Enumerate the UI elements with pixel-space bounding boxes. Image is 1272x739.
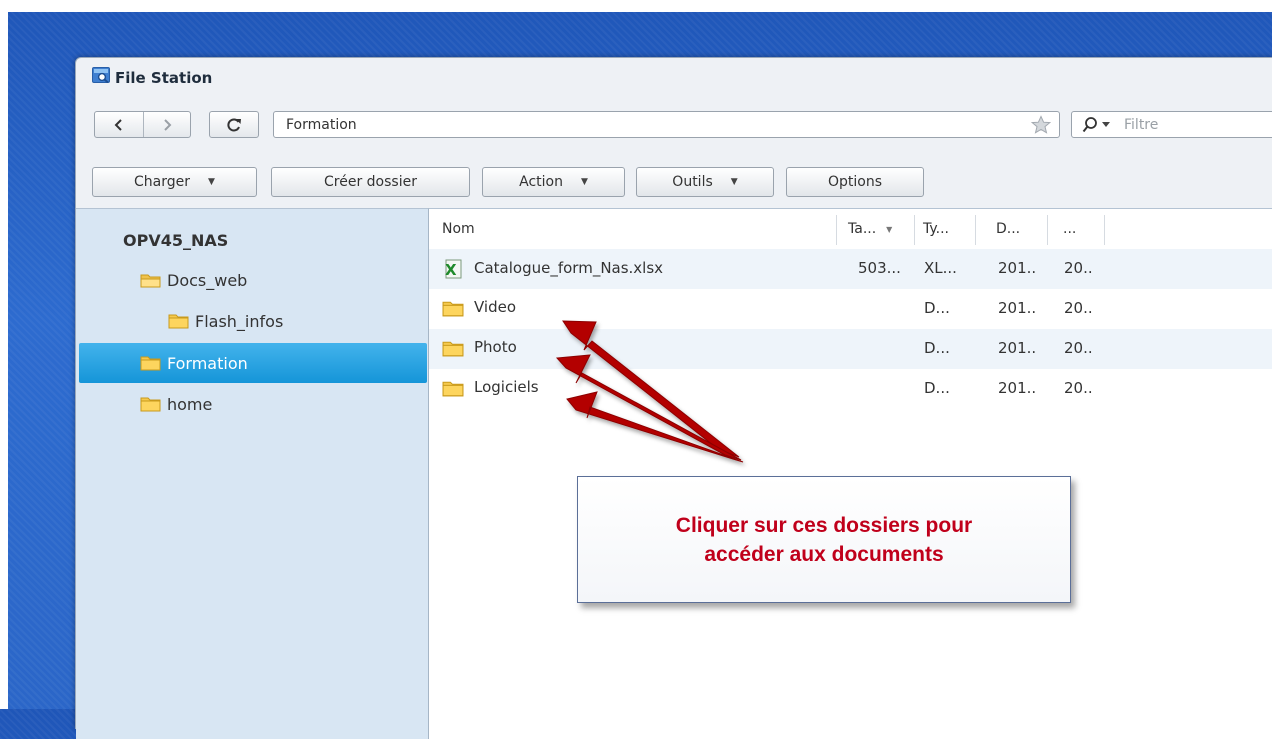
callout-text: Cliquer sur ces dossiers pour accéder au… [675,513,973,566]
arrow-to-logiciels [566,391,744,463]
arrow-to-video [562,320,740,458]
instruction-callout: Cliquer sur ces dossiers pour accéder au… [577,476,1071,603]
